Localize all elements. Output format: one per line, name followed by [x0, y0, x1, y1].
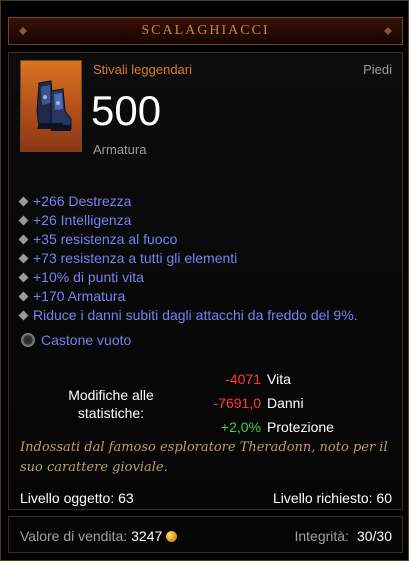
sell-label: Valore di vendita:	[20, 528, 128, 544]
affix-line: +266 Destrezza	[18, 193, 131, 209]
stat-change-value: -7691,0	[213, 395, 261, 411]
tooltip-footer: Valore di vendita: 3247 Integrità: 30/30	[8, 516, 403, 553]
sell-value: Valore di vendita: 3247	[20, 528, 178, 544]
item-portrait	[20, 60, 82, 152]
item-title-bar: SCALAGHIACCI	[8, 17, 403, 45]
armor-value: 500	[91, 87, 162, 134]
affix-line: +26 Intelligenza	[18, 212, 131, 228]
item-slot: Piedi	[363, 62, 392, 77]
title-ornament-right-icon	[384, 27, 392, 35]
boots-icon	[36, 80, 72, 131]
item-name: SCALAGHIACCI	[141, 23, 270, 38]
item-tooltip: SCALAGHIACCI Stivali leggendari Piedi 50…	[0, 0, 409, 561]
bullet-icon	[18, 310, 29, 320]
stat-change-row: -7691,0 Danni	[189, 395, 304, 411]
affix-line: +10% di punti vita	[18, 269, 144, 285]
bullet-icon	[18, 234, 29, 244]
bullet-icon	[18, 253, 29, 263]
stat-change-name: Protezione	[267, 419, 334, 435]
socket-label: Castone vuoto	[41, 332, 132, 348]
bullet-icon	[18, 272, 29, 282]
stat-change-row: -4071 Vita	[189, 371, 291, 387]
armor-label: Armatura	[93, 142, 147, 157]
affix-line: +35 resistenza al fuoco	[18, 231, 177, 247]
gold-coin-icon	[166, 530, 178, 542]
stat-change-name: Vita	[267, 371, 291, 387]
affix-line: +73 resistenza a tutti gli elementi	[18, 250, 237, 266]
affix-line: Riduce i danni subiti dagli attacchi da …	[18, 307, 358, 323]
durability-value: 30/30	[356, 528, 392, 544]
durability-label: Integrità:	[294, 528, 349, 544]
bullet-icon	[18, 291, 29, 301]
bullet-icon	[18, 196, 29, 206]
socket-icon	[21, 333, 35, 347]
item-level: Livello oggetto: 63	[20, 490, 134, 506]
stat-change-value: +2,0%	[220, 419, 261, 435]
affix-line: +170 Armatura	[18, 288, 125, 304]
stat-change-value: -4071	[225, 371, 261, 387]
empty-socket: Castone vuoto	[21, 332, 131, 348]
stat-change-name: Danni	[267, 395, 304, 411]
sell-amount: 3247	[131, 528, 163, 544]
bullet-icon	[18, 215, 29, 225]
durability: Integrità: 30/30	[294, 528, 392, 544]
stat-change-row: +2,0% Protezione	[189, 419, 334, 435]
stat-changes-label: Modifiche alle statistiche:	[68, 387, 154, 421]
item-type: Stivali leggendari	[93, 62, 193, 77]
item-details: Stivali leggendari Piedi 500 Armatura +2…	[8, 52, 403, 510]
required-level: Livello richiesto: 60	[272, 490, 392, 506]
flavor-text: Indossati dal famoso esploratore Therado…	[20, 440, 388, 475]
